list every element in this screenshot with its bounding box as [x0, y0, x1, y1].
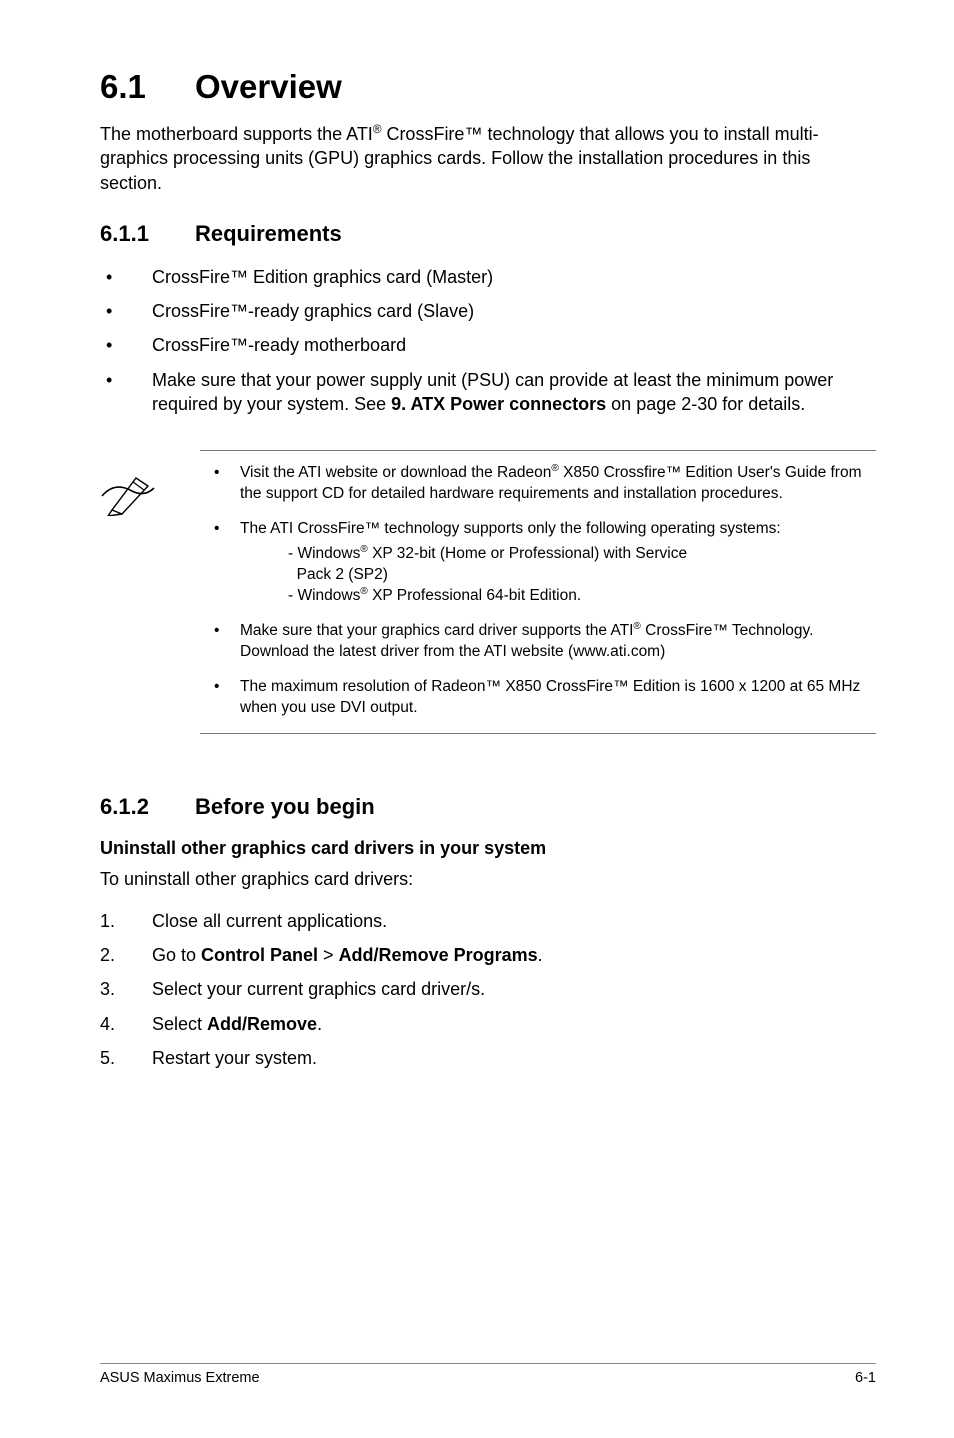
sub-text: XP Professional 64-bit Edition. — [368, 587, 581, 604]
item-text: on page 2-30 for details. — [606, 394, 805, 414]
sublist-item: - Windows® XP Professional 64-bit Editio… — [288, 586, 876, 607]
page-footer: ASUS Maximus Extreme 6-1 — [100, 1363, 876, 1386]
pencil-note-icon — [100, 503, 156, 520]
item-bold: 9. ATX Power connectors — [391, 394, 606, 414]
note-item: Visit the ATI website or download the Ra… — [200, 463, 876, 505]
subsection-title: Requirements — [195, 221, 342, 246]
note-item: Make sure that your graphics card driver… — [200, 621, 876, 663]
sub-text: Pack 2 (SP2) — [288, 566, 388, 583]
reg-mark: ® — [360, 586, 367, 597]
step-bold: Control Panel — [201, 945, 318, 965]
reg-mark: ® — [551, 463, 558, 474]
sublist-item-cont: Pack 2 (SP2) — [288, 565, 876, 586]
note-item: The ATI CrossFire™ technology supports o… — [200, 519, 876, 607]
step-bold: Add/Remove — [207, 1014, 317, 1034]
note-sublist: - Windows® XP 32-bit (Home or Profession… — [288, 544, 876, 607]
list-item: Make sure that your power supply unit (P… — [100, 368, 876, 417]
section-number: 6.1 — [100, 68, 195, 106]
steps-list: Close all current applications. Go to Co… — [100, 909, 876, 1070]
note-text: Make sure that your graphics card driver… — [240, 622, 633, 639]
list-item: CrossFire™-ready graphics card (Slave) — [100, 299, 876, 323]
subsection-number: 6.1.1 — [100, 221, 195, 247]
step-item: Select Add/Remove. — [100, 1012, 876, 1036]
note-text: The ATI CrossFire™ technology supports o… — [240, 520, 781, 537]
intro-text-pre: The motherboard supports the ATI — [100, 124, 373, 144]
subsection-heading-611: 6.1.1Requirements — [100, 221, 876, 247]
note-icon-column — [100, 450, 200, 733]
subsection-title: Before you begin — [195, 794, 375, 819]
step-item: Select your current graphics card driver… — [100, 977, 876, 1001]
reg-mark: ® — [633, 621, 640, 632]
section-heading: 6.1Overview — [100, 68, 876, 106]
section-title: Overview — [195, 68, 342, 105]
step-text: > — [318, 945, 339, 965]
note-text: Visit the ATI website or download the Ra… — [240, 464, 551, 481]
sublist-item: - Windows® XP 32-bit (Home or Profession… — [288, 544, 876, 565]
sub-text: - Windows — [288, 587, 360, 604]
note-item: The maximum resolution of Radeon™ X850 C… — [200, 677, 876, 719]
note-content: Visit the ATI website or download the Ra… — [200, 450, 876, 733]
subsection-heading-612: 6.1.2Before you begin — [100, 794, 876, 820]
step-text: . — [538, 945, 543, 965]
step-item: Close all current applications. — [100, 909, 876, 933]
requirements-list: CrossFire™ Edition graphics card (Master… — [100, 265, 876, 416]
step-bold: Add/Remove Programs — [339, 945, 538, 965]
sub-text: - Windows — [288, 545, 360, 562]
step-text: Go to — [152, 945, 201, 965]
step-item: Go to Control Panel > Add/Remove Program… — [100, 943, 876, 967]
list-item: CrossFire™ Edition graphics card (Master… — [100, 265, 876, 289]
instruction-text: To uninstall other graphics card drivers… — [100, 867, 876, 891]
reg-mark: ® — [360, 544, 367, 555]
sub-text: XP 32-bit (Home or Professional) with Se… — [368, 545, 687, 562]
section-intro: The motherboard supports the ATI® CrossF… — [100, 122, 876, 195]
step-text: . — [317, 1014, 322, 1034]
footer-left: ASUS Maximus Extreme — [100, 1370, 260, 1386]
note-block: Visit the ATI website or download the Ra… — [100, 450, 876, 733]
step-item: Restart your system. — [100, 1046, 876, 1070]
list-item: CrossFire™-ready motherboard — [100, 333, 876, 357]
subheading: Uninstall other graphics card drivers in… — [100, 838, 876, 859]
footer-page-number: 6-1 — [855, 1370, 876, 1386]
step-text: Select — [152, 1014, 207, 1034]
subsection-number: 6.1.2 — [100, 794, 195, 820]
